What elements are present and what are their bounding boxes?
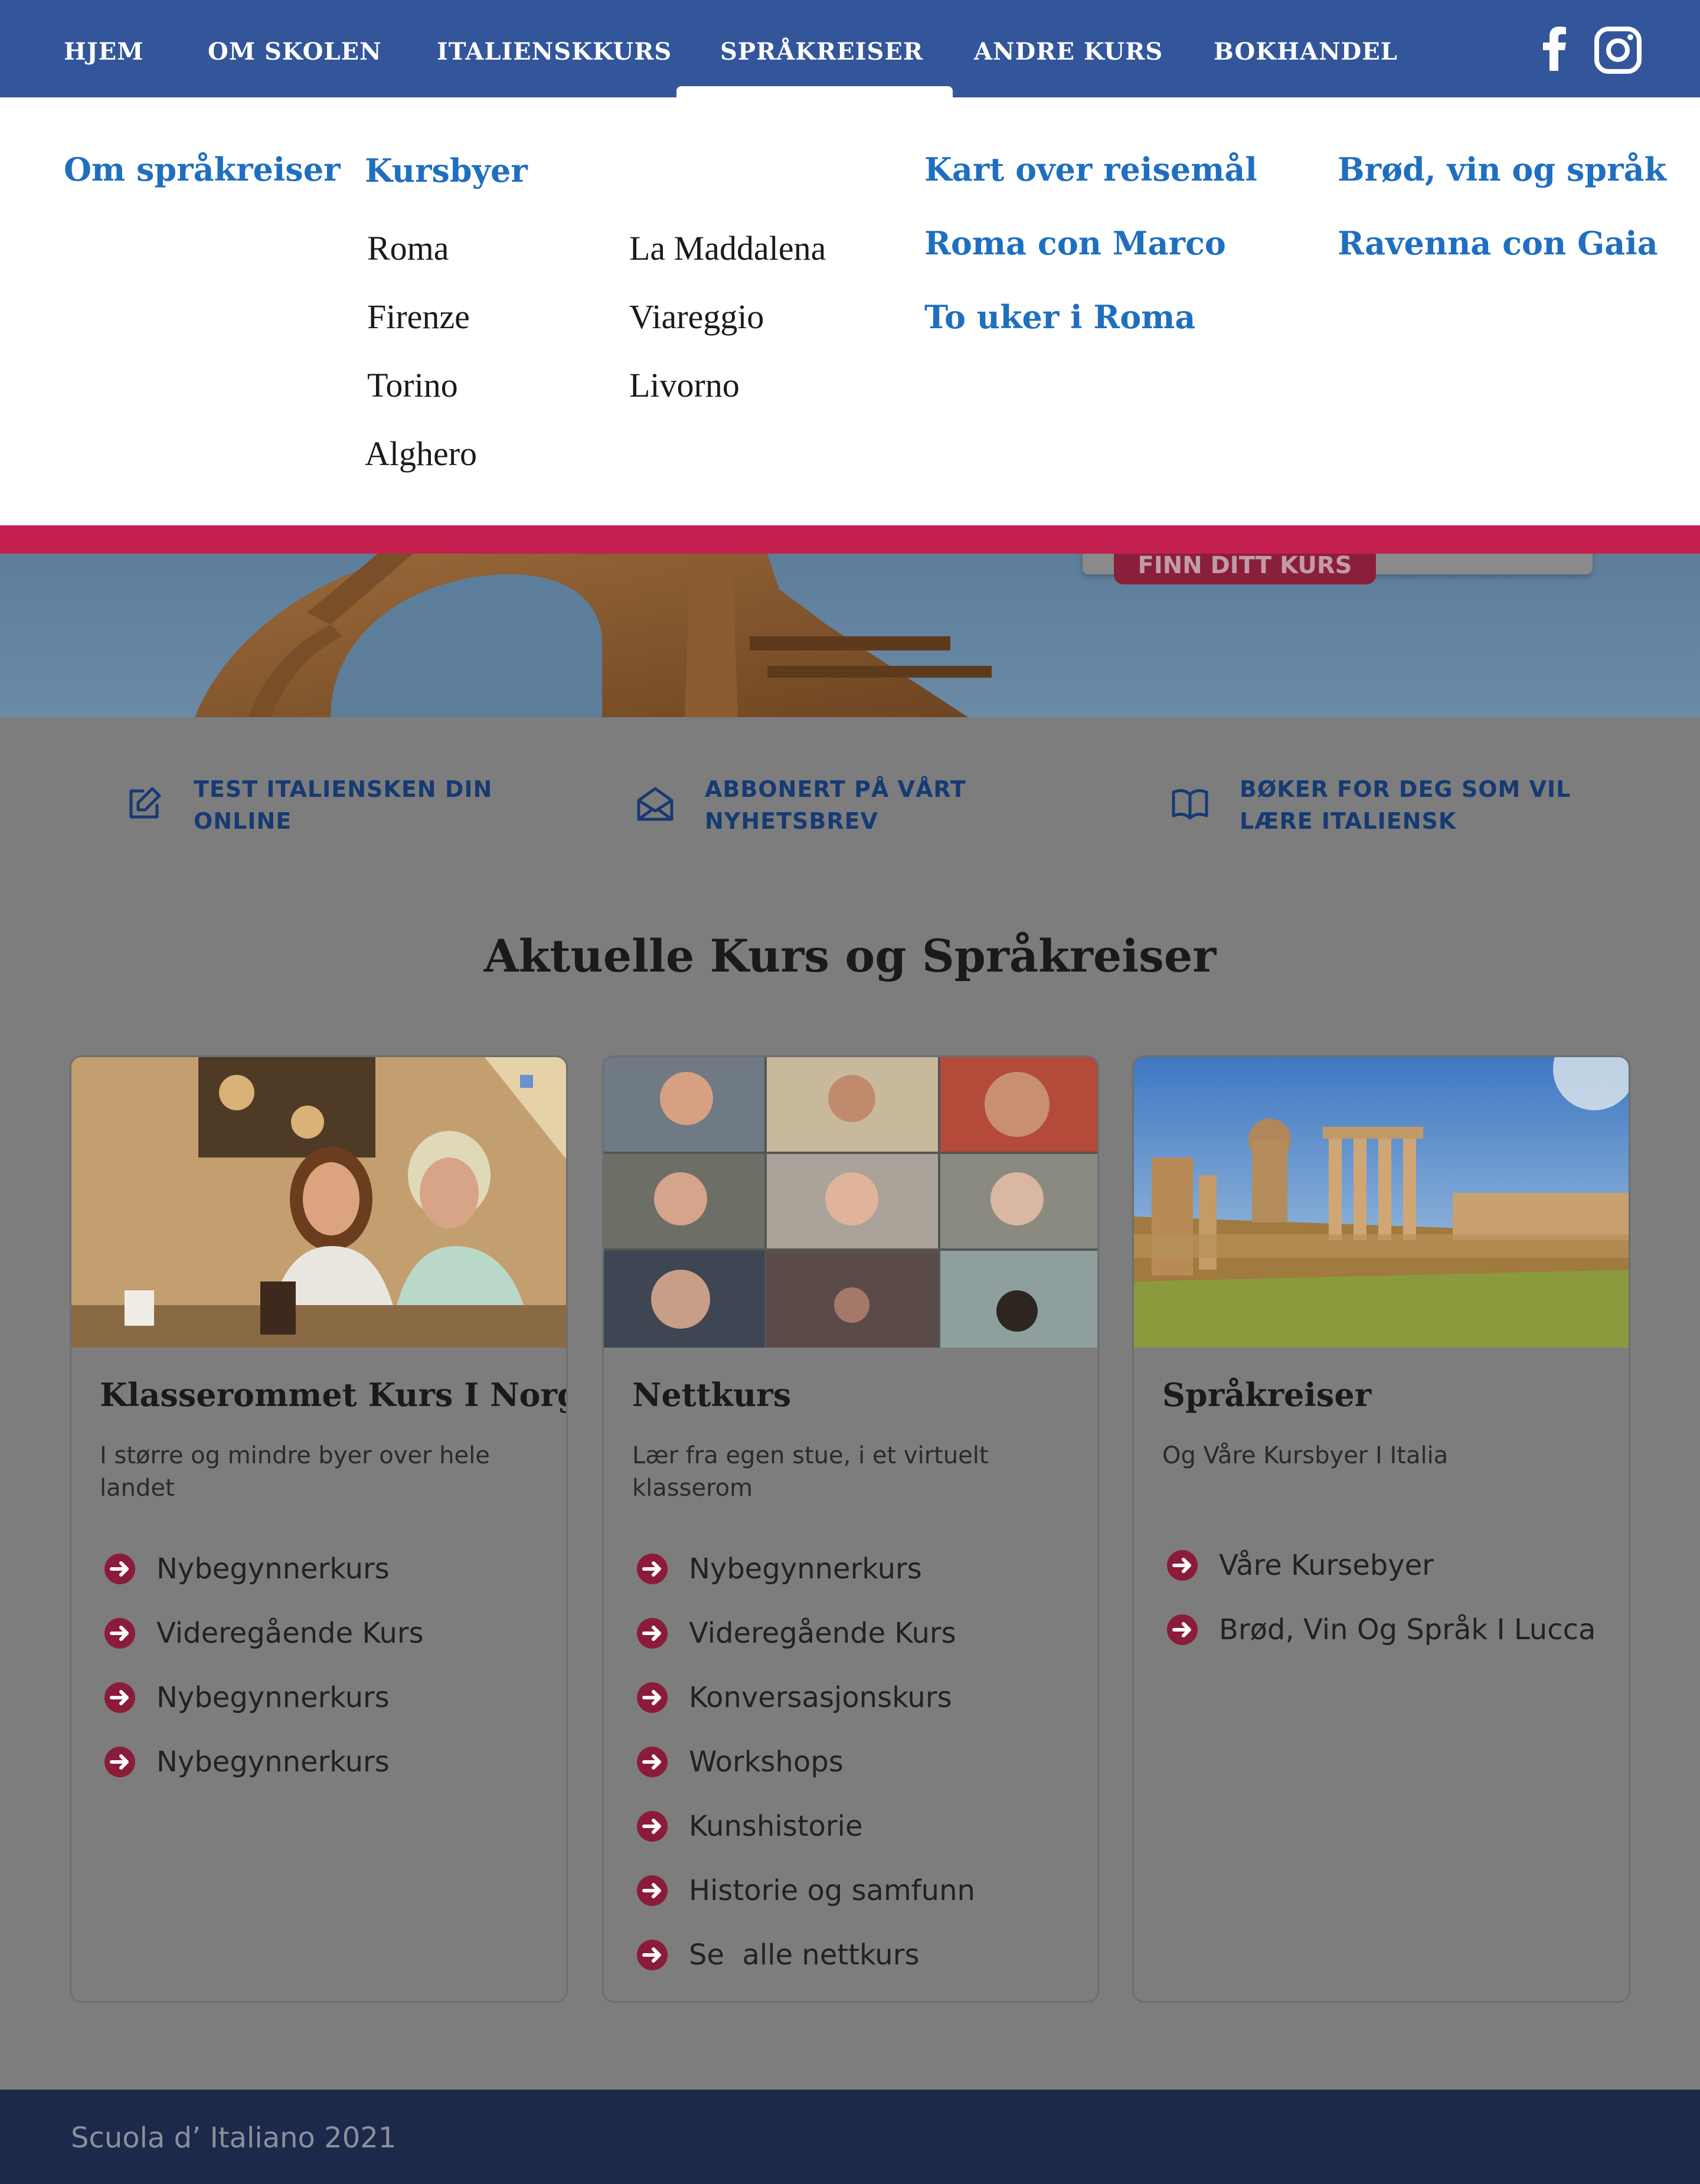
menu-city-alghero[interactable]: Alghero (365, 434, 477, 473)
card-link-brod-vin-og-sprak-lucca[interactable]: Brød, Vin Og Språk I Lucca (1166, 1597, 1596, 1662)
quick-link-label: BØKER FOR DEG SOM VIL (1240, 776, 1571, 802)
card-link-videregaende[interactable]: Videregående Kurs (103, 1601, 424, 1665)
hero-banner: FINN DITT KURS (0, 554, 1700, 717)
card-link-list: Våre Kursebyer Brød, Vin Og Språk I Lucc… (1166, 1533, 1596, 1662)
menu-city-firenze[interactable]: Firenze (367, 297, 470, 336)
card-link-se-alle-nettkurs[interactable]: Se alle nettkurs (636, 1923, 975, 1987)
nav-item-sprakreiser[interactable]: SPRÅKREISER (720, 0, 923, 97)
card-link-label: Nybegynnerkurs (156, 1745, 390, 1778)
card-link-videregaende[interactable]: Videregående Kurs (636, 1601, 975, 1665)
arrow-right-circle-icon (104, 1682, 135, 1713)
active-tab-indicator (676, 86, 953, 102)
edit-icon (129, 787, 161, 819)
section-title: Aktuelle Kurs og Språkreiser (483, 930, 1217, 982)
card-title: Språkreiser (1162, 1376, 1372, 1414)
menu-city-viareggio[interactable]: Viareggio (629, 297, 764, 336)
colosseum-image (195, 554, 992, 717)
site-footer: Scuola d’ Italiano 2021 (0, 2090, 1700, 2184)
card-link-nybegynnerkurs[interactable]: Nybegynnerkurs (103, 1729, 424, 1794)
card-link-label: Historie og samfunn (689, 1874, 975, 1907)
sprakreiser-dropdown-menu: Om språkreiser Kursbyer Roma Firenze Tor… (0, 97, 1700, 525)
card-link-list: Nybegynnerkurs Videregående Kurs Nybegyn… (103, 1536, 424, 1794)
quick-link-boker[interactable]: BØKER FOR DEG SOM VIL LÆRE ITALIENSK (1171, 773, 1571, 837)
arrow-right-circle-icon (637, 1939, 668, 1970)
card-link-konversasjonskurs[interactable]: Konversasjonskurs (636, 1665, 975, 1729)
arrow-right-circle-icon (637, 1682, 668, 1713)
arrow-right-circle-icon (104, 1553, 135, 1584)
quick-link-nyhetsbrev[interactable]: ABBONERT PÅ VÅRT NYHETSBREV (636, 773, 966, 837)
card-link-label: Videregående Kurs (156, 1616, 424, 1650)
card-link-workshops[interactable]: Workshops (636, 1729, 975, 1794)
menu-heading-kursbyer[interactable]: Kursbyer (365, 152, 528, 189)
nav-item-italienskkurs[interactable]: ITALIENSKKURS (437, 0, 672, 97)
find-course-button[interactable]: FINN DITT KURS (1114, 554, 1376, 584)
arrow-right-circle-icon (104, 1617, 135, 1649)
instagram-icon[interactable] (1594, 26, 1642, 77)
menu-city-livorno[interactable]: Livorno (629, 365, 740, 405)
arrow-right-circle-icon (1167, 1614, 1198, 1645)
arrow-right-circle-icon (637, 1875, 668, 1906)
footer-copyright: Scuola d’ Italiano 2021 (71, 2121, 397, 2154)
arrow-right-circle-icon (637, 1617, 668, 1649)
facebook-icon[interactable] (1539, 26, 1569, 73)
card-subtitle: Lær fra egen stue, i et virtuelt klasser… (632, 1442, 989, 1502)
quick-link-label: NYHETSBREV (705, 808, 878, 834)
envelope-icon (637, 787, 674, 821)
course-card-nettkurs: Nettkurs Lær fra egen stue, i et virtuel… (602, 1055, 1099, 2003)
menu-city-roma[interactable]: Roma (367, 228, 449, 268)
card-link-label: Våre Kursebyer (1219, 1548, 1434, 1582)
card-link-historie-og-samfunn[interactable]: Historie og samfunn (636, 1858, 975, 1923)
card-link-nybegynnerkurs[interactable]: Nybegynnerkurs (636, 1536, 975, 1601)
arrow-right-circle-icon (637, 1746, 668, 1777)
card-link-label: Videregående Kurs (689, 1616, 956, 1650)
arrow-right-circle-icon (637, 1810, 668, 1842)
course-card-klasserom: Klasserommet Kurs I Norge I større og mi… (70, 1055, 568, 2003)
quick-link-test-italiensken[interactable]: TEST ITALIENSKEN DIN ONLINE (125, 773, 492, 837)
arrow-right-circle-icon (637, 1553, 668, 1584)
card-image-video-call (604, 1057, 1097, 1348)
arrow-right-circle-icon (1167, 1549, 1198, 1581)
card-title: Klasserommet Kurs I Norge (100, 1376, 568, 1414)
card-subtitle: Og Våre Kursbyer I Italia (1162, 1442, 1449, 1469)
card-link-label: Kunshistorie (689, 1809, 863, 1843)
quick-link-label: TEST ITALIENSKEN DIN (194, 776, 493, 802)
card-image-classroom (71, 1057, 566, 1348)
book-icon (1172, 789, 1208, 820)
menu-link-om-sprakreiser[interactable]: Om språkreiser (64, 151, 341, 188)
arrow-right-circle-icon (104, 1746, 135, 1777)
menu-link-roma-con-marco[interactable]: Roma con Marco (924, 224, 1226, 262)
card-subtitle: I større og mindre byer over hele landet (100, 1442, 490, 1502)
card-link-label: Brød, Vin Og Språk I Lucca (1219, 1613, 1596, 1646)
card-link-label: Nybegynnerkurs (156, 1552, 390, 1585)
nav-item-om-skolen[interactable]: OM SKOLEN (208, 0, 382, 97)
nav-item-hjem[interactable]: HJEM (64, 0, 143, 97)
quick-link-label: ABBONERT PÅ VÅRT (705, 776, 966, 802)
card-link-list: Nybegynnerkurs Videregående Kurs Konvers… (636, 1536, 975, 1987)
menu-link-kart-over-reisemal[interactable]: Kart over reisemål (924, 151, 1257, 188)
menu-city-la-maddalena[interactable]: La Maddalena (629, 228, 826, 268)
card-link-kunshistorie[interactable]: Kunshistorie (636, 1794, 975, 1858)
nav-item-bokhandel[interactable]: BOKHANDEL (1214, 0, 1398, 97)
card-link-label: Workshops (689, 1745, 844, 1778)
main-navigation: HJEM OM SKOLEN ITALIENSKKURS SPRÅKREISER… (0, 0, 1700, 102)
card-image-roman-forum (1134, 1057, 1629, 1348)
quick-link-label: ONLINE (194, 808, 292, 834)
course-card-sprakreiser: Språkreiser Og Våre Kursbyer I Italia Vå… (1132, 1055, 1630, 2003)
card-title: Nettkurs (632, 1376, 792, 1414)
card-link-vare-kursebyer[interactable]: Våre Kursebyer (1166, 1533, 1596, 1597)
menu-link-brod-vin-og-sprak[interactable]: Brød, vin og språk (1338, 151, 1666, 188)
card-link-nybegynnerkurs[interactable]: Nybegynnerkurs (103, 1536, 424, 1601)
card-link-label: Nybegynnerkurs (156, 1680, 390, 1714)
card-link-label: Konversasjonskurs (689, 1680, 952, 1714)
card-link-nybegynnerkurs[interactable]: Nybegynnerkurs (103, 1665, 424, 1729)
quick-link-label: LÆRE ITALIENSK (1240, 808, 1457, 834)
card-link-label: Nybegynnerkurs (689, 1552, 922, 1585)
card-link-label: Se alle nettkurs (689, 1938, 920, 1972)
menu-link-to-uker-i-roma[interactable]: To uker i Roma (924, 298, 1195, 336)
menu-link-ravenna-con-gaia[interactable]: Ravenna con Gaia (1338, 224, 1658, 262)
menu-city-torino[interactable]: Torino (367, 365, 458, 405)
accent-divider (0, 525, 1700, 554)
nav-item-andre-kurs[interactable]: ANDRE KURS (974, 0, 1163, 97)
